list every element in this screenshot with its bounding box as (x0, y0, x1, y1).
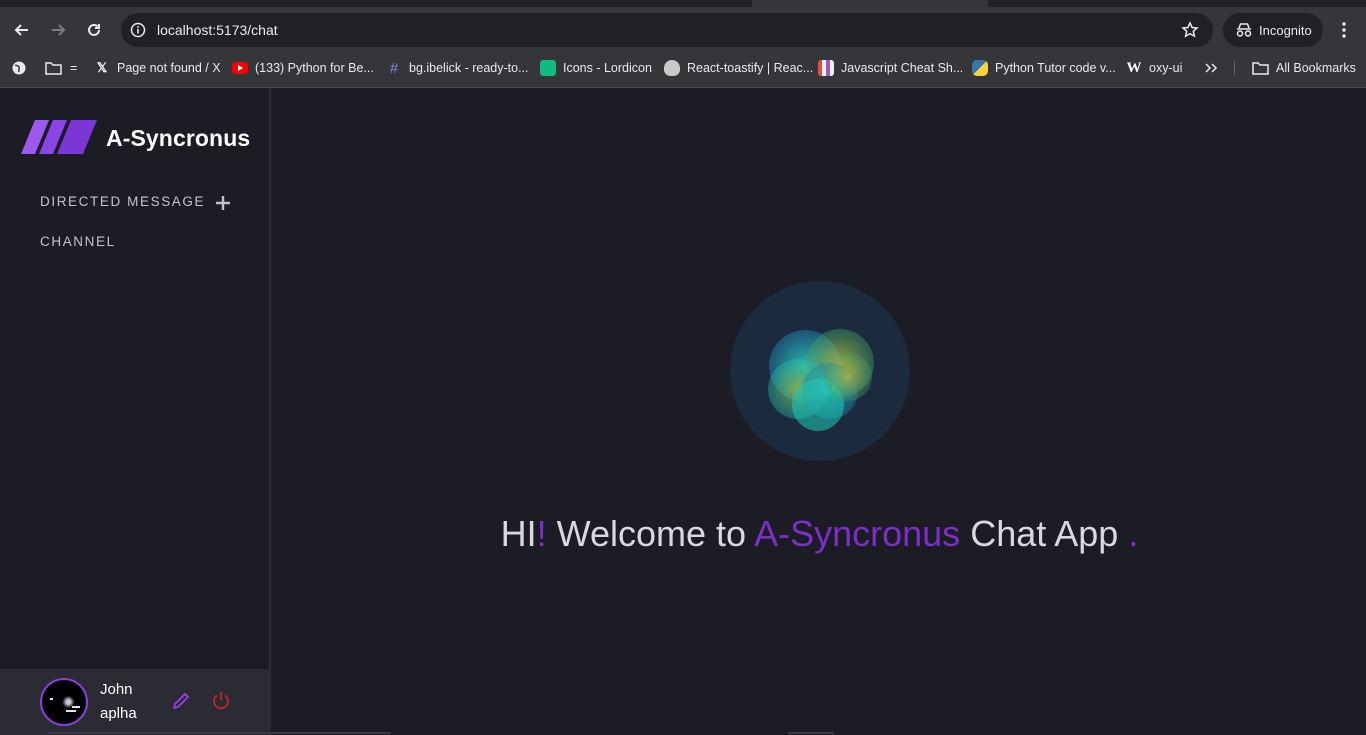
bookmark-star-icon[interactable] (1181, 21, 1199, 39)
user-profile-bar: John aplha (0, 669, 271, 735)
python-icon (972, 60, 988, 76)
all-bookmarks-button[interactable]: All Bookmarks (1252, 58, 1356, 78)
app-logo (21, 120, 99, 154)
bookmark-item[interactable]: W oxy-ui (1126, 58, 1183, 78)
bookmark-item[interactable]: 𝕏 Page not found / X (94, 58, 221, 78)
forward-arrow-icon (52, 24, 66, 36)
plus-icon (216, 196, 230, 210)
bookmark-item[interactable]: React-toastify | Reac... (664, 58, 813, 78)
bookmark-label: Page not found / X (117, 61, 221, 75)
forward-button[interactable] (46, 18, 70, 42)
incognito-label: Incognito (1259, 22, 1312, 38)
bookmark-label: Javascript Cheat Sh... (841, 61, 964, 75)
bookmark-item[interactable]: Icons - Lordicon (540, 58, 652, 78)
welcome-chat-app: Chat App (970, 513, 1119, 554)
browser-menu-button[interactable] (1332, 18, 1356, 42)
orb-illustration (768, 329, 874, 431)
reload-button[interactable] (82, 18, 106, 42)
bookmark-item[interactable]: Javascript Cheat Sh... (818, 58, 963, 78)
bookmark-folder-label: = (70, 61, 78, 75)
bookmark-label: React-toastify | Reac... (687, 61, 814, 75)
bookmark-label: bg.ibelick - ready-to... (409, 61, 529, 75)
logo-stripes-icon (21, 120, 97, 154)
x-logo-icon: 𝕏 (96, 60, 108, 75)
tab-strip (0, 0, 752, 7)
folder-icon (45, 62, 62, 75)
wiki-icon: W (1126, 59, 1142, 76)
power-icon (213, 692, 229, 710)
app-name: A-Syncronus (106, 125, 251, 151)
channel-heading: CHANNEL (40, 234, 116, 249)
bookmarks-bar: = 𝕏 Page not found / X (133) Python for … (0, 54, 1366, 80)
url-text[interactable]: localhost:5173/chat (157, 22, 278, 38)
welcome-bang: ! (536, 513, 547, 554)
incognito-icon (1236, 23, 1252, 37)
incognito-badge[interactable]: Incognito (1223, 13, 1323, 47)
bookmark-label: Python Tutor code v... (995, 61, 1116, 75)
chevron-double-right-icon (1205, 63, 1218, 73)
directed-message-heading: DIRECTED MESSAGE (40, 194, 206, 209)
bookmark-divider (1234, 60, 1235, 76)
all-bookmarks-label: All Bookmarks (1276, 61, 1356, 75)
welcome-animation (730, 281, 910, 461)
welcome-to: Welcome to (556, 513, 747, 554)
chat-main-area: HI! Welcome to A-Syncronus Chat App . (273, 88, 1366, 735)
cheatsheet-icon (818, 60, 834, 76)
bookmark-item[interactable]: Python Tutor code v... (972, 58, 1116, 78)
folder-icon (1252, 62, 1269, 75)
bookmark-globe[interactable] (11, 58, 27, 78)
user-last-name: aplha (100, 705, 137, 722)
bookmark-label: Icons - Lordicon (563, 61, 652, 75)
hash-icon: # (389, 59, 399, 77)
bookmark-item[interactable]: # bg.ibelick - ready-to... (386, 58, 529, 78)
more-bookmarks-button[interactable] (1204, 58, 1218, 78)
add-direct-message-button[interactable] (212, 192, 234, 214)
reload-icon (88, 23, 100, 36)
avatar-detail (72, 706, 80, 708)
sidebar: A-Syncronus DIRECTED MESSAGE CHANNEL Joh… (0, 88, 271, 735)
bookmark-item[interactable]: (133) Python for Be... (232, 58, 374, 78)
horizontal-scrollbar[interactable] (48, 732, 391, 734)
bookmark-label: (133) Python for Be... (255, 61, 374, 75)
more-vert-icon (1342, 22, 1346, 38)
pencil-icon (173, 693, 189, 709)
welcome-hi: HI (500, 513, 537, 554)
welcome-dot: . (1128, 513, 1139, 554)
browser-chrome: localhost:5173/chat Incognito = 𝕏 Page n… (0, 0, 1366, 88)
site-info-icon[interactable] (130, 22, 146, 38)
tab-strip-right (988, 0, 1366, 7)
welcome-message: HI! Welcome to A-Syncronus Chat App . (273, 513, 1366, 555)
avatar[interactable] (40, 678, 88, 726)
avatar-detail (50, 698, 53, 700)
bookmark-folder[interactable]: = (45, 58, 77, 78)
avatar-detail (66, 710, 76, 712)
back-arrow-icon (14, 24, 28, 36)
logout-button[interactable] (210, 689, 232, 711)
toolbar: localhost:5173/chat Incognito (0, 8, 1366, 52)
youtube-icon (232, 62, 248, 74)
welcome-app-name: A-Syncronus (754, 513, 961, 554)
lordicon-icon (540, 60, 556, 76)
bookmark-label: oxy-ui (1149, 61, 1183, 75)
toastify-icon (664, 60, 680, 76)
edit-profile-button[interactable] (170, 690, 192, 712)
scroll-indicator (788, 732, 834, 734)
back-button[interactable] (10, 18, 34, 42)
user-first-name: John (100, 681, 133, 698)
address-bar[interactable]: localhost:5173/chat (121, 13, 1213, 47)
globe-icon (12, 61, 26, 75)
